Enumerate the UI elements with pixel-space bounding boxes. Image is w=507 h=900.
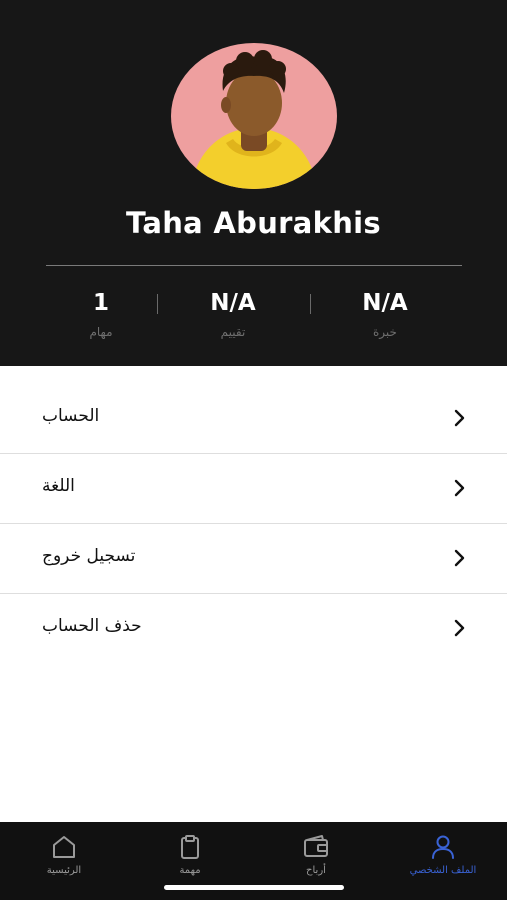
wallet-icon	[304, 835, 328, 857]
stat-rating: N/A تقييم	[163, 288, 303, 342]
home-icon	[53, 836, 75, 858]
stat-value: N/A	[362, 290, 408, 316]
stat-label: مهام	[89, 325, 113, 339]
profile-name: Taha Aburakhis	[126, 206, 381, 240]
header-divider	[46, 265, 462, 266]
menu-item-label: حذف الحساب	[42, 616, 142, 636]
menu-item-label: تسجيل خروج	[42, 546, 136, 566]
chevron-right-icon	[454, 409, 465, 427]
tab-label: مهمة	[179, 865, 201, 876]
menu-item-logout[interactable]: تسجيل خروج	[0, 524, 507, 594]
avatar	[171, 43, 337, 189]
stat-separator	[310, 294, 311, 314]
menu-item-label: الحساب	[42, 406, 100, 426]
chevron-right-icon	[454, 479, 465, 497]
stat-label: تقييم	[220, 325, 246, 339]
chevron-right-icon	[454, 549, 465, 567]
profile-header: Taha Aburakhis N/A خبرة N/A تقييم 1 مهام	[0, 0, 507, 366]
tab-label: الرئيسية	[46, 865, 82, 876]
stat-label: خبرة	[373, 325, 397, 339]
tab-profile[interactable]: الملف الشخصي	[388, 834, 498, 876]
user-icon	[432, 835, 454, 859]
menu-item-delete-account[interactable]: حذف الحساب	[0, 594, 507, 663]
stat-experience: N/A خبرة	[315, 288, 455, 342]
stat-value: N/A	[210, 290, 256, 316]
clipboard-icon	[181, 835, 199, 859]
stat-tasks: 1 مهام	[31, 288, 171, 342]
menu-item-label: اللغة	[42, 476, 75, 496]
tab-label: أرباح	[306, 865, 326, 876]
menu-item-account[interactable]: الحساب	[0, 384, 507, 454]
stat-value: 1	[92, 290, 109, 316]
menu-item-language[interactable]: اللغة	[0, 454, 507, 524]
settings-menu: الحساب اللغة تسجيل خروج حذف الحساب	[0, 384, 507, 663]
tab-earnings[interactable]: أرباح	[261, 834, 371, 876]
tab-label: الملف الشخصي	[409, 865, 477, 876]
home-indicator	[164, 885, 344, 890]
tab-home[interactable]: الرئيسية	[9, 834, 119, 876]
tab-task[interactable]: مهمة	[135, 834, 245, 876]
chevron-right-icon	[454, 619, 465, 637]
